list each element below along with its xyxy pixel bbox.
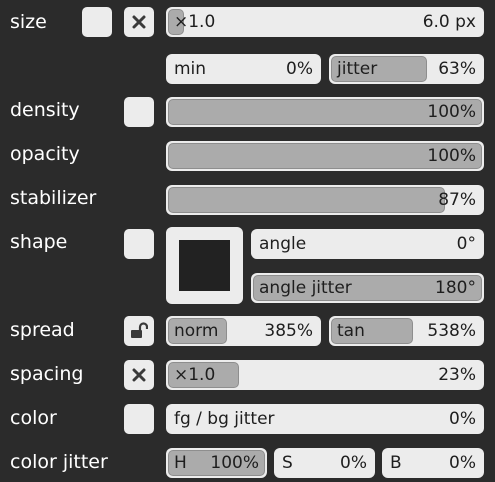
size-min-value: 0% (286, 59, 313, 79)
spread-norm-slider[interactable]: norm 385% (166, 316, 321, 346)
angle-jitter-label: angle jitter (259, 278, 352, 298)
brightness-jitter-label: B (390, 453, 402, 473)
size-min-slider[interactable]: min 0% (166, 54, 321, 84)
angle-jitter-slider[interactable]: angle jitter 180° (251, 273, 484, 303)
hue-jitter-slider[interactable]: H 100% (166, 448, 267, 478)
fg-bg-jitter-label: fg / bg jitter (174, 409, 275, 429)
hue-jitter-value: 100% (210, 453, 259, 473)
density-pressure-checkbox[interactable] (124, 97, 154, 127)
stabilizer-slider-fill (168, 187, 445, 213)
opacity-value: 100% (427, 146, 476, 166)
size-slider[interactable]: ×1.0 6.0 px (166, 7, 484, 37)
size-label: size (10, 11, 47, 33)
size-multiplier: ×1.0 (174, 12, 216, 32)
saturation-jitter-slider[interactable]: S 0% (274, 448, 375, 478)
fg-bg-jitter-slider[interactable]: fg / bg jitter 0% (166, 404, 484, 434)
close-icon (132, 15, 146, 29)
spread-label: spread (10, 319, 75, 341)
size-pressure-checkbox[interactable] (82, 7, 112, 37)
spacing-label: spacing (10, 363, 84, 385)
brightness-jitter-slider[interactable]: B 0% (382, 448, 484, 478)
shape-pressure-checkbox[interactable] (124, 229, 154, 259)
density-slider[interactable]: 100% (166, 97, 484, 127)
spacing-reset-button[interactable] (124, 360, 154, 390)
opacity-slider[interactable]: 100% (166, 141, 484, 171)
hue-jitter-label: H (174, 453, 187, 473)
spread-tan-slider[interactable]: tan 538% (329, 316, 484, 346)
stabilizer-slider[interactable]: 87% (166, 185, 484, 215)
angle-jitter-value: 180° (435, 278, 476, 298)
spread-norm-value: 385% (264, 321, 313, 341)
saturation-jitter-label: S (282, 453, 293, 473)
spacing-multiplier: ×1.0 (174, 365, 216, 385)
brightness-jitter-value: 0% (449, 453, 476, 473)
spread-tan-value: 538% (427, 321, 476, 341)
size-jitter-value: 63% (438, 59, 476, 79)
shape-label: shape (10, 231, 68, 253)
spacing-value: 23% (438, 365, 476, 385)
size-jitter-slider[interactable]: jitter 63% (329, 54, 484, 84)
spread-norm-label: norm (174, 321, 219, 341)
angle-slider[interactable]: angle 0° (251, 229, 484, 259)
unlock-icon (131, 322, 148, 338)
spacing-slider[interactable]: ×1.0 23% (166, 360, 484, 390)
color-label: color (10, 407, 57, 429)
saturation-jitter-value: 0% (340, 453, 367, 473)
size-value: 6.0 px (422, 12, 476, 32)
color-pressure-checkbox[interactable] (124, 404, 154, 434)
opacity-label: opacity (10, 143, 80, 165)
angle-label: angle (259, 234, 307, 254)
size-min-label: min (174, 59, 207, 79)
size-jitter-label: jitter (337, 59, 378, 79)
stabilizer-value: 87% (438, 190, 476, 210)
brush-shape-preview[interactable] (166, 227, 243, 304)
size-reset-button[interactable] (124, 7, 154, 37)
close-icon (132, 368, 146, 382)
fg-bg-jitter-value: 0% (449, 409, 476, 429)
spread-tan-label: tan (337, 321, 365, 341)
angle-value: 0° (456, 234, 476, 254)
stabilizer-label: stabilizer (10, 187, 97, 209)
brush-shape-square (179, 240, 230, 291)
spread-lock-button[interactable] (124, 316, 154, 346)
color-jitter-label: color jitter (10, 451, 108, 473)
density-value: 100% (427, 102, 476, 122)
density-label: density (10, 99, 80, 121)
